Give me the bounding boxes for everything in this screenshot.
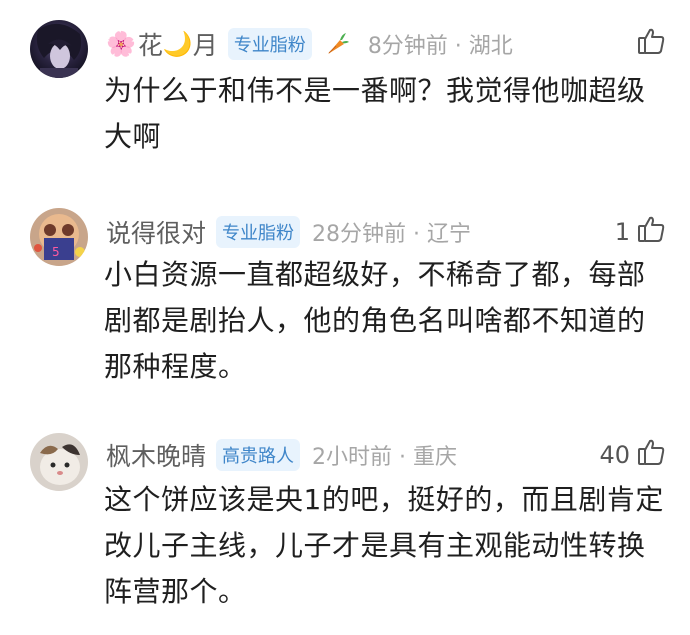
avatar[interactable]: [30, 20, 88, 78]
thumbs-up-icon: [636, 214, 666, 250]
comment-item: 枫木晚晴 高贵路人 2小时前 · 重庆 40 这个饼应该是央1的吧，挺好的，而且…: [0, 415, 690, 635]
like-button[interactable]: 40: [599, 437, 666, 473]
carrot-icon: [322, 30, 350, 58]
fan-badge[interactable]: 专业脂粉: [216, 216, 301, 248]
time-location: 8分钟前 · 湖北: [367, 34, 513, 59]
like-count: 40: [599, 441, 630, 469]
flower-emoji: 🌸: [106, 30, 136, 58]
avatar[interactable]: [30, 433, 88, 491]
comment-list: 🌸 花 🌙 月 专业脂粉 8分钟前 · 湖北 为什么于和伟不是一番啊？我觉得他咖…: [0, 0, 690, 635]
comment-item: 5 说得很对 专业脂粉 28分钟前 · 辽宁 1 小白资源一直都超级好，不稀奇了…: [0, 190, 690, 410]
thumbs-up-icon: [636, 26, 666, 62]
comment-text: 为什么于和伟不是一番啊？我觉得他咖超级大啊: [104, 74, 646, 153]
like-button[interactable]: [630, 26, 666, 62]
username[interactable]: 说得很对: [106, 214, 206, 250]
time-location: 28分钟前 · 辽宁: [312, 222, 471, 247]
time-location: 2小时前 · 重庆: [312, 445, 457, 470]
fan-badge[interactable]: 专业脂粉: [227, 28, 312, 60]
svg-text:5: 5: [52, 245, 60, 259]
comment-header: 🌸 花 🌙 月 专业脂粉 8分钟前 · 湖北: [106, 24, 666, 64]
comment-text: 小白资源一直都超级好，不稀奇了都，每部剧都是剧抬人，他的角色名叫啥都不知道的那种…: [104, 258, 646, 383]
comment-item: 🌸 花 🌙 月 专业脂粉 8分钟前 · 湖北 为什么于和伟不是一番啊？我觉得他咖…: [0, 0, 690, 190]
like-count: 1: [614, 218, 630, 246]
username[interactable]: 🌸 花 🌙 月: [106, 26, 218, 62]
comment-header: 说得很对 专业脂粉 28分钟前 · 辽宁 1: [106, 212, 666, 252]
comment-text: 这个饼应该是央1的吧，挺好的，而且剧肯定改儿子主线，儿子才是具有主观能动性转换阵…: [104, 483, 664, 608]
comment-header: 枫木晚晴 高贵路人 2小时前 · 重庆 40: [106, 435, 666, 475]
avatar[interactable]: 5: [30, 208, 88, 266]
thumbs-up-icon: [636, 437, 666, 473]
like-button[interactable]: 1: [615, 214, 666, 250]
fan-badge[interactable]: 高贵路人: [216, 439, 301, 471]
moon-emoji: 🌙: [162, 30, 193, 58]
username[interactable]: 枫木晚晴: [106, 437, 206, 473]
